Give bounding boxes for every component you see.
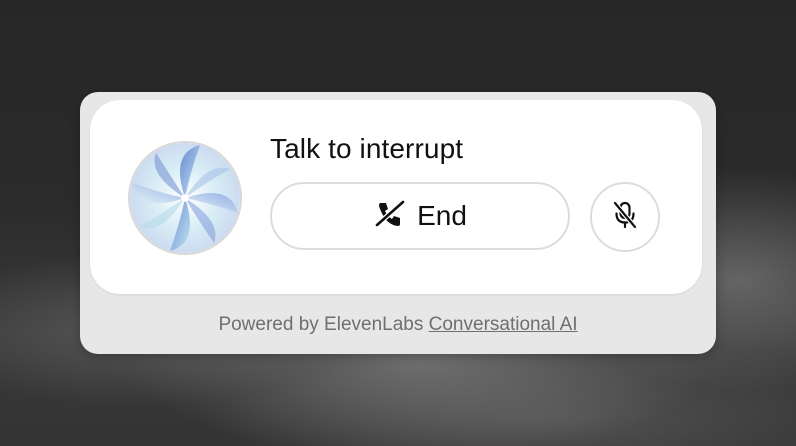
phone-off-icon: [373, 197, 407, 236]
mic-off-icon: [609, 199, 641, 236]
conversational-ai-link[interactable]: Conversational AI: [429, 314, 578, 335]
footer-prefix: Powered by ElevenLabs: [218, 314, 424, 335]
conversation-widget: Talk to interrupt End Powered by ElevenL…: [80, 92, 716, 354]
status-text: Talk to interrupt: [270, 133, 464, 164]
powered-by-footer: Powered by ElevenLabs Conversational AI: [80, 314, 716, 336]
agent-avatar-orb: [128, 141, 242, 255]
orb-avatar: [130, 143, 240, 253]
end-call-button[interactable]: End: [270, 182, 570, 250]
widget-card: Talk to interrupt End: [90, 100, 702, 294]
mute-microphone-button[interactable]: [590, 182, 660, 252]
end-button-label: End: [417, 200, 467, 231]
